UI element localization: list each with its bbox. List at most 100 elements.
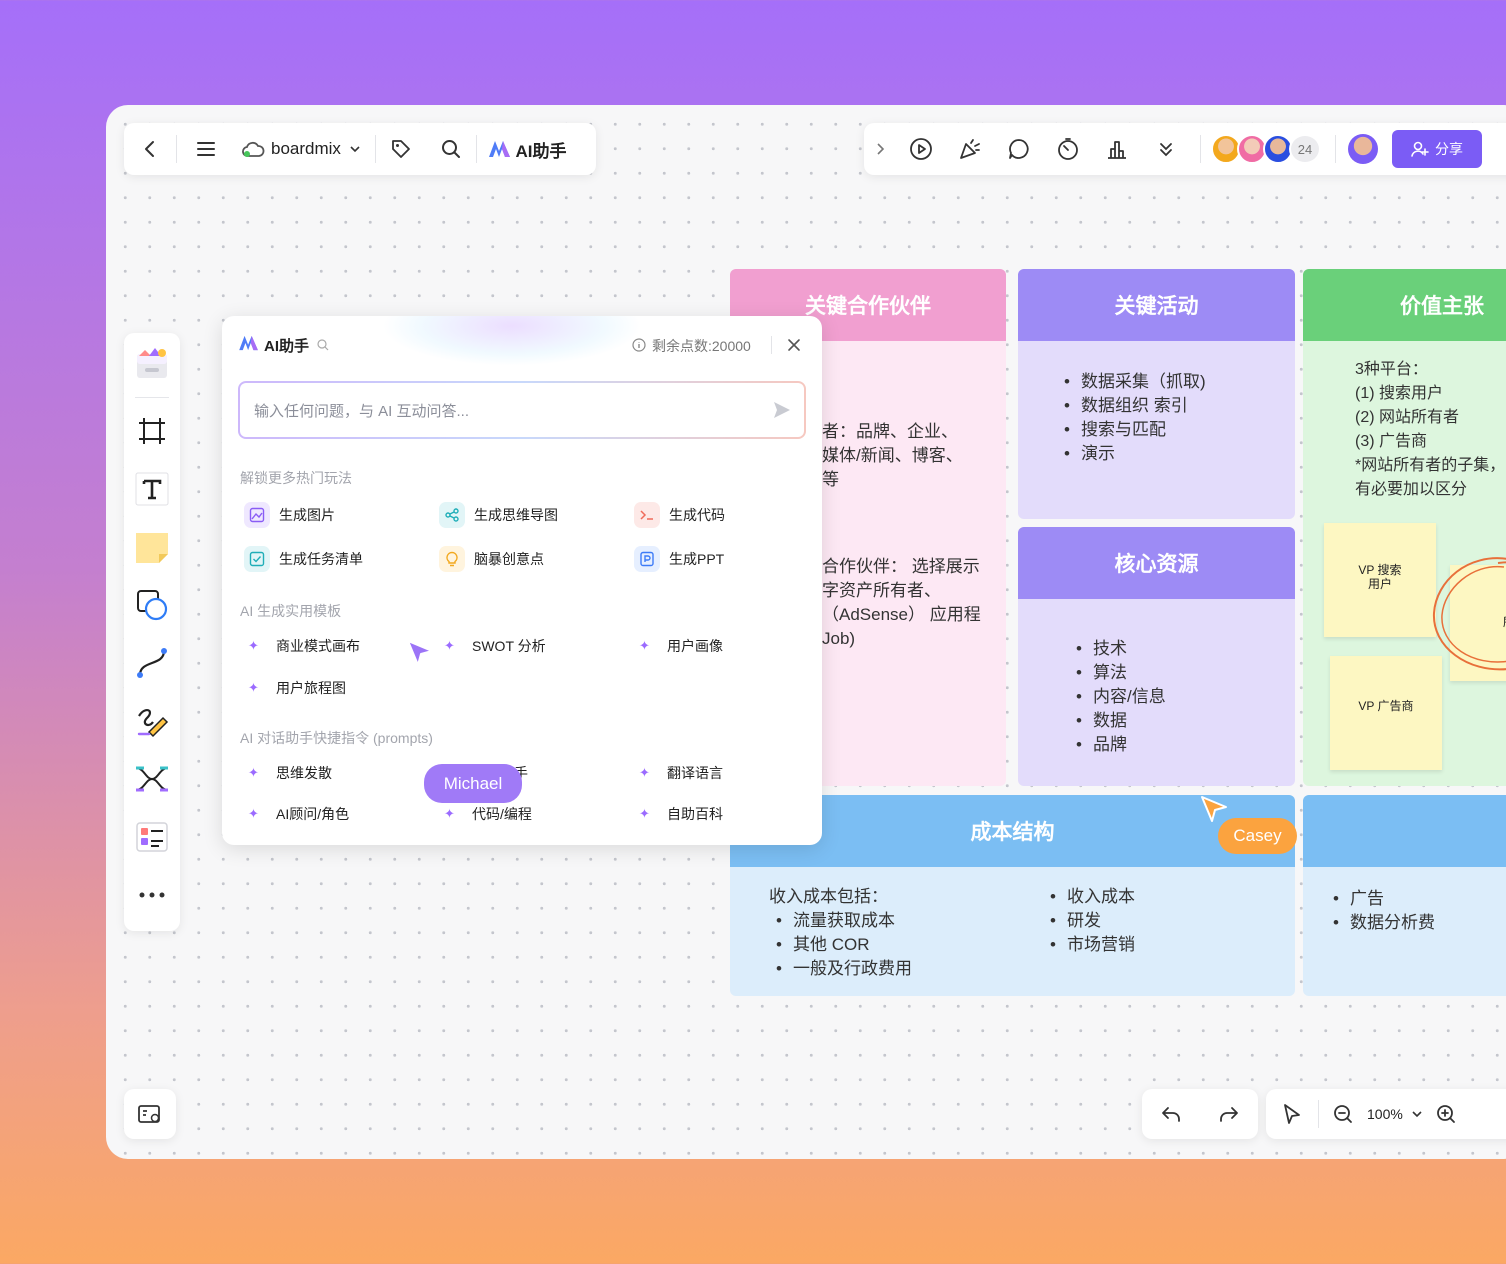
prompt-translate[interactable]: ✦ 翻译语言 (639, 763, 723, 783)
template-label: 用户旅程图 (276, 680, 346, 696)
feature-generate-task-list[interactable]: 生成任务清单 (244, 546, 363, 572)
card-key-activities[interactable]: 关键活动 数据采集（抓取) 数据组织 索引 搜索与匹配 演示 (1018, 269, 1295, 519)
send-icon[interactable] (772, 400, 792, 420)
feature-generate-code[interactable]: 生成代码 (634, 502, 725, 528)
app-window: 关键合作伙伴 者：品牌、企业、 媒体/新闻、博客、 等 合作伙伴： 选择展示 字… (106, 105, 1506, 1159)
more-tools-button[interactable] (1141, 140, 1190, 158)
search-icon[interactable] (317, 339, 329, 351)
sparkle-icon: ✦ (248, 638, 259, 653)
card-title: 关键活动 (1018, 269, 1295, 341)
zoom-in-icon (1436, 1105, 1455, 1123)
sticky-text: 用户 (1367, 577, 1392, 591)
text-line: *网站所有者的子集， (1355, 457, 1506, 474)
prompt-encyclopedia[interactable]: ✦ 自助百科 (639, 804, 723, 824)
zoom-in-button[interactable] (1423, 1104, 1469, 1124)
sticky-note[interactable]: VP 广告商 (1330, 656, 1442, 770)
prompt-coding[interactable]: ✦ 代码/编程 (444, 804, 532, 824)
prompt-label: 代码/编程 (472, 806, 532, 822)
template-swot[interactable]: ✦ SWOT 分析 (444, 636, 546, 656)
feature-generate-image[interactable]: 生成图片 (244, 502, 335, 528)
comment-button[interactable] (994, 137, 1043, 161)
zoom-out-button[interactable] (1319, 1104, 1367, 1124)
list-item: 研发 (1050, 909, 1135, 933)
prompt-ai-advisor[interactable]: ✦ AI顾问/角色 (248, 804, 349, 824)
sticky-note-tool[interactable] (124, 518, 180, 576)
list-item: 演示 (1064, 442, 1206, 466)
feature-label: 生成PPT (669, 551, 725, 567)
card-key-resources[interactable]: 核心资源 技术 算法 内容/信息 数据 品牌 (1018, 527, 1295, 786)
section-title: AI 生成实用模板 (240, 603, 342, 619)
connector-tool[interactable] (124, 634, 180, 692)
collaborator-avatars[interactable]: 24 (1211, 134, 1329, 164)
text-line: (3) 广告商 (1355, 433, 1428, 450)
ai-assistant-panel: AI助手 剩余点数:20000 输入任何问题，与 AI 互动问答... 解锁更多… (222, 316, 822, 845)
timer-button[interactable] (1043, 137, 1092, 161)
minimap-button[interactable] (124, 1089, 176, 1139)
shape-tool[interactable] (124, 576, 180, 634)
menu-button[interactable] (177, 123, 235, 175)
board-name: boardmix (271, 139, 341, 158)
search-icon (442, 140, 460, 158)
template-business-canvas[interactable]: ✦ 商业模式画布 (248, 636, 360, 656)
zoom-controls: 100% (1266, 1089, 1506, 1139)
feature-brainstorm[interactable]: 脑暴创意点 (439, 546, 544, 572)
user-avatar[interactable] (1348, 134, 1378, 164)
list-item: 数据分析费 (1333, 911, 1435, 935)
sparkle-icon: ✦ (639, 638, 650, 653)
list-item: 品牌 (1076, 733, 1166, 757)
mindmap-tool[interactable] (124, 750, 180, 808)
text-line: （AdSense） 应用程 (822, 605, 981, 624)
party-popper-icon (959, 139, 980, 159)
feature-generate-mindmap[interactable]: 生成思维导图 (439, 502, 558, 528)
template-persona[interactable]: ✦ 用户画像 (639, 636, 723, 656)
present-button[interactable] (896, 137, 945, 161)
pointer-icon (1284, 1104, 1300, 1124)
vote-button[interactable] (1092, 137, 1141, 161)
casey-cursor-icon (1201, 796, 1227, 822)
zoom-level-dropdown[interactable]: 100% (1367, 1106, 1423, 1122)
share-button[interactable]: 分享 (1392, 130, 1482, 168)
comment-icon (1008, 139, 1029, 159)
divider (1200, 135, 1201, 163)
casey-cursor-label: Casey (1218, 818, 1297, 854)
timer-icon (1057, 138, 1078, 160)
ai-assistant-button[interactable]: AI助手 (477, 123, 577, 175)
collapse-toolbar-button[interactable] (864, 123, 896, 175)
more-horizontal-icon (139, 892, 165, 898)
template-journey-map[interactable]: ✦ 用户旅程图 (248, 678, 346, 698)
feature-generate-ppt[interactable]: 生成PPT (634, 546, 724, 572)
search-button[interactable] (426, 123, 476, 175)
redo-icon[interactable] (1218, 1103, 1240, 1125)
tag-button[interactable] (376, 123, 426, 175)
card-revenue-streams[interactable]: 广告 数据分析费 (1303, 795, 1506, 996)
select-tool[interactable] (1266, 1103, 1318, 1125)
prompt-divergent-thinking[interactable]: ✦ 思维发散 (248, 763, 332, 783)
sparkle-icon: ✦ (248, 765, 259, 780)
sticky-note[interactable]: VP 搜索 用户 (1324, 523, 1436, 637)
undo-icon[interactable] (1160, 1103, 1182, 1125)
double-chevron-down-icon (1159, 143, 1172, 157)
list-item: 流量获取成本 (776, 909, 912, 933)
image-icon (249, 507, 265, 523)
ai-question-input[interactable]: 输入任何问题，与 AI 互动问答... (238, 381, 806, 439)
sticky-note-icon (136, 533, 168, 563)
text-tool[interactable] (124, 460, 180, 518)
list-tool[interactable] (124, 808, 180, 866)
info-icon (632, 338, 646, 352)
remaining-points: 剩余点数:20000 (652, 338, 751, 354)
back-button[interactable] (124, 123, 176, 175)
frame-tool[interactable] (124, 402, 180, 460)
add-user-icon (1411, 141, 1429, 157)
close-icon[interactable] (787, 338, 801, 352)
card-value-proposition[interactable]: 价值主张 3种平台： (1) 搜索用户 (2) 网站所有者 (3) 广告商 *网… (1303, 269, 1506, 786)
pen-draw-icon (137, 709, 169, 738)
ai-assistant-label: AI助手 (515, 141, 567, 161)
celebrate-button[interactable] (945, 137, 994, 161)
templates-tool[interactable] (124, 333, 180, 393)
frame-icon (139, 418, 165, 444)
pen-tool[interactable] (124, 692, 180, 750)
board-name-dropdown[interactable]: boardmix (235, 123, 375, 175)
sparkle-icon: ✦ (444, 806, 455, 821)
list-item: 算法 (1076, 661, 1166, 685)
more-tools-button[interactable] (124, 866, 180, 924)
